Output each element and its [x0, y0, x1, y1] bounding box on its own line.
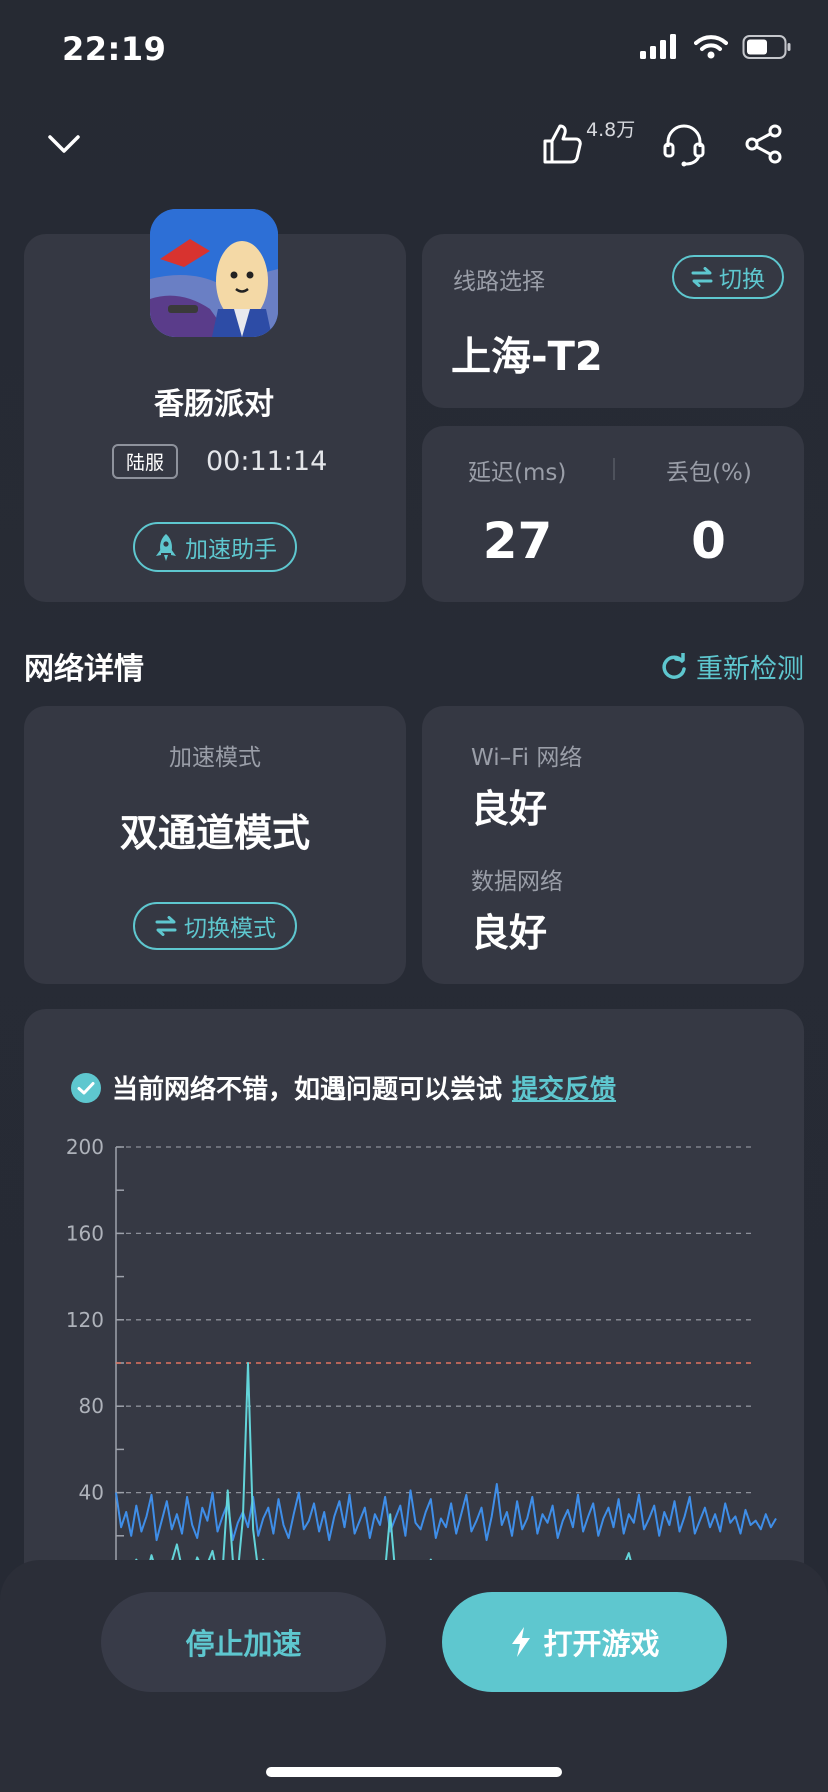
game-app-icon: [150, 209, 278, 337]
mode-value: 双通道模式: [119, 811, 310, 855]
stop-acceleration-button[interactable]: 停止加速: [101, 1592, 386, 1692]
chevron-down-icon: [48, 135, 80, 153]
rocket-icon: [156, 534, 176, 561]
route-card: 线路选择 切换 上海-T2: [422, 234, 804, 408]
acceleration-mode-card: 加速模式 双通道模式 切换模式: [24, 706, 406, 984]
stop-acceleration-label: 停止加速: [185, 1627, 302, 1661]
refresh-icon: [662, 652, 686, 679]
data-network-label: 数据网络: [471, 869, 563, 895]
stats-card: 延迟(ms) 丢包(%) 27 0: [422, 426, 804, 602]
battery-icon: [742, 35, 791, 59]
wifi-icon: [694, 35, 728, 59]
status-bar: 22:19: [0, 0, 828, 100]
y-tick-label: 120: [66, 1308, 104, 1332]
wifi-status: 良好: [471, 787, 548, 831]
open-game-label: 打开游戏: [543, 1627, 660, 1661]
top-navigation: 4.8万: [0, 110, 828, 174]
latency-label: 延迟(ms): [468, 460, 567, 486]
y-tick-label: 80: [79, 1394, 104, 1418]
series-line-2: [115, 1362, 777, 1576]
acceleration-assistant-button[interactable]: 加速助手: [133, 522, 297, 572]
swap-arrows-icon: [691, 267, 713, 287]
latency-value: 27: [482, 512, 553, 570]
lightning-icon: [512, 1627, 531, 1657]
network-section-title: 网络详情: [24, 652, 144, 687]
game-card: 香肠派对 陆服 00:11:14 加速助手: [24, 209, 406, 602]
switch-mode-label: 切换模式: [184, 916, 276, 942]
acceleration-assistant-label: 加速助手: [185, 537, 277, 563]
route-switch-button[interactable]: 切换: [672, 255, 784, 299]
wifi-label: Wi–Fi 网络: [471, 745, 583, 771]
collapse-button[interactable]: [36, 116, 92, 172]
bottom-action-panel: 停止加速 打开游戏: [0, 1560, 828, 1792]
cellular-signal-icon: [640, 34, 676, 59]
share-icon: [745, 124, 782, 164]
status-time: 22:19: [62, 30, 167, 68]
route-switch-label: 切换: [719, 267, 765, 293]
like-button[interactable]: [534, 116, 590, 172]
y-tick-label: 40: [79, 1481, 104, 1505]
thumbs-up-icon: [543, 124, 582, 164]
home-indicator: [266, 1767, 562, 1777]
stats-divider: [613, 458, 615, 480]
swap-arrows-icon: [155, 916, 177, 936]
mode-label: 加速模式: [169, 745, 261, 771]
game-name: 香肠派对: [154, 387, 274, 422]
open-game-button[interactable]: 打开游戏: [442, 1592, 727, 1692]
support-button[interactable]: [656, 116, 712, 172]
route-label: 线路选择: [453, 269, 545, 295]
elapsed-timer: 00:11:14: [206, 446, 328, 477]
packet-loss-value: 0: [691, 512, 726, 570]
recheck-button[interactable]: 重新检测: [660, 647, 804, 686]
y-tick-label: 160: [66, 1221, 104, 1245]
network-quality-card: Wi–Fi 网络 良好 数据网络 良好: [422, 706, 804, 984]
headset-icon: [663, 124, 705, 167]
switch-mode-button[interactable]: 切换模式: [133, 902, 297, 950]
server-tag: 陆服: [112, 444, 178, 479]
recheck-label: 重新检测: [696, 654, 804, 685]
data-network-status: 良好: [471, 911, 548, 955]
packet-loss-label: 丢包(%): [666, 460, 752, 486]
like-count: 4.8万: [586, 119, 636, 141]
route-value: 上海-T2: [451, 334, 603, 380]
share-button[interactable]: [736, 116, 792, 172]
y-tick-label: 200: [66, 1135, 104, 1159]
